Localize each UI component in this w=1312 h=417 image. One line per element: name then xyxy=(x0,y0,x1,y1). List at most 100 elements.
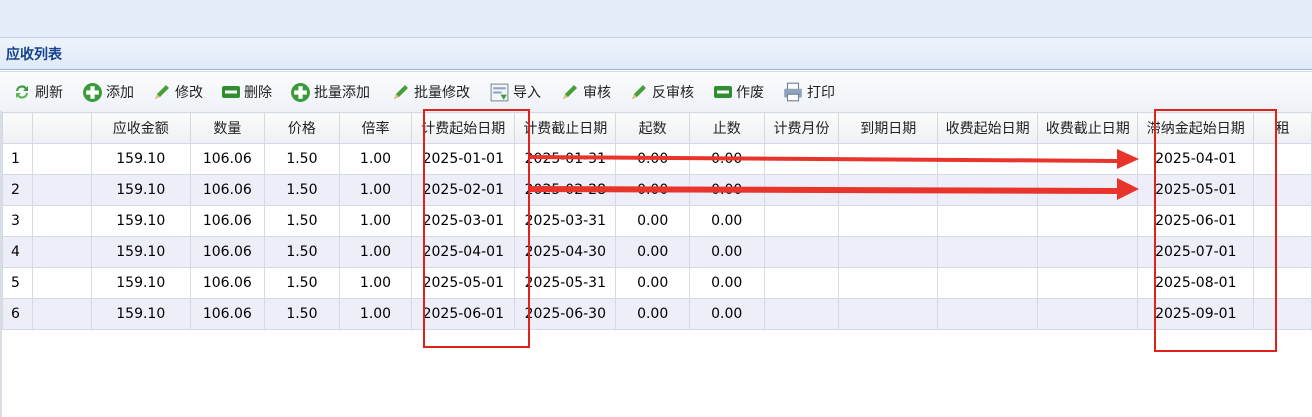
cell-charge-start xyxy=(937,143,1039,175)
col-header-amount[interactable]: 应收金额 xyxy=(90,112,191,144)
audit-button[interactable]: 审核 xyxy=(560,72,611,112)
void-label: 作废 xyxy=(736,85,764,101)
cell-start-reading: 0.00 xyxy=(615,143,690,175)
panel-title: 应收列表 xyxy=(6,47,62,63)
col-header-late-fee-start[interactable]: 滞纳金起始日期 xyxy=(1137,112,1255,144)
cell-end-reading: 0.00 xyxy=(688,143,765,175)
col-header-due-date[interactable]: 到期日期 xyxy=(838,112,939,144)
cell-price: 1.50 xyxy=(264,143,340,175)
refresh-icon xyxy=(16,85,28,99)
cell-billing-start: 2025-04-01 xyxy=(411,236,516,268)
cell-charge-end xyxy=(1037,174,1139,206)
table-row[interactable]: 5 159.10 106.06 1.50 1.00 2025-05-01 202… xyxy=(1,267,1312,299)
add-button[interactable]: 添加 xyxy=(82,72,134,112)
cell-rent xyxy=(1253,143,1312,175)
cell-price: 1.50 xyxy=(264,236,340,268)
cell-quantity: 106.06 xyxy=(189,205,266,237)
delete-label: 删除 xyxy=(244,85,272,101)
cell-select[interactable] xyxy=(32,143,92,175)
cell-due-date xyxy=(838,267,939,299)
table-row[interactable]: 3 159.10 106.06 1.50 1.00 2025-03-01 202… xyxy=(1,205,1312,237)
import-label: 导入 xyxy=(513,85,541,101)
batch-add-button[interactable]: 批量添加 xyxy=(290,72,370,112)
col-header-multiplier[interactable]: 倍率 xyxy=(338,112,413,144)
cell-end-reading: 0.00 xyxy=(688,174,765,206)
col-header-charge-start[interactable]: 收费起始日期 xyxy=(937,112,1039,144)
col-header-start-reading[interactable]: 起数 xyxy=(615,112,690,144)
col-header-billing-end[interactable]: 计费截止日期 xyxy=(514,112,617,144)
cell-select[interactable] xyxy=(32,267,92,299)
row-number: 4 xyxy=(1,236,34,268)
cell-billing-end: 2025-06-30 xyxy=(514,298,617,330)
print-label: 打印 xyxy=(807,85,835,101)
cell-amount: 159.10 xyxy=(90,143,191,175)
col-header-price[interactable]: 价格 xyxy=(264,112,340,144)
pencil-icon xyxy=(394,85,408,99)
table-row[interactable]: 4 159.10 106.06 1.50 1.00 2025-04-01 202… xyxy=(1,236,1312,268)
cell-start-reading: 0.00 xyxy=(615,236,690,268)
col-header-end-reading[interactable]: 止数 xyxy=(688,112,765,144)
cell-billing-end: 2025-05-31 xyxy=(514,267,617,299)
cell-due-date xyxy=(838,205,939,237)
cell-price: 1.50 xyxy=(264,298,340,330)
batch-edit-label: 批量修改 xyxy=(414,85,470,101)
edit-label: 修改 xyxy=(175,85,203,101)
cell-charge-start xyxy=(937,236,1039,268)
cell-billing-month xyxy=(763,236,840,268)
edit-button[interactable]: 修改 xyxy=(152,72,203,112)
cell-billing-end: 2025-01-31 xyxy=(514,143,617,175)
col-header-charge-end[interactable]: 收费截止日期 xyxy=(1037,112,1139,144)
delete-icon xyxy=(222,86,240,98)
cell-billing-start: 2025-05-01 xyxy=(411,267,516,299)
refresh-button[interactable]: 刷新 xyxy=(12,72,63,112)
cell-quantity: 106.06 xyxy=(189,267,266,299)
void-button[interactable]: 作废 xyxy=(713,72,764,112)
unaudit-button[interactable]: 反审核 xyxy=(629,72,694,112)
cell-price: 1.50 xyxy=(264,267,340,299)
cell-billing-month xyxy=(763,174,840,206)
table-row[interactable]: 1 159.10 106.06 1.50 1.00 2025-01-01 202… xyxy=(1,143,1312,175)
cell-amount: 159.10 xyxy=(90,267,191,299)
cell-due-date xyxy=(838,298,939,330)
cell-select[interactable] xyxy=(32,205,92,237)
print-button[interactable]: 打印 xyxy=(782,72,835,112)
delete-button[interactable]: 删除 xyxy=(221,72,272,112)
row-number: 6 xyxy=(1,298,34,330)
cell-multiplier: 1.00 xyxy=(338,267,413,299)
col-header-billing-start[interactable]: 计费起始日期 xyxy=(411,112,516,144)
cell-select[interactable] xyxy=(32,298,92,330)
col-header-select xyxy=(32,112,92,144)
cell-start-reading: 0.00 xyxy=(615,298,690,330)
row-number: 1 xyxy=(1,143,34,175)
cell-rent xyxy=(1253,267,1312,299)
table-row[interactable]: 6 159.10 106.06 1.50 1.00 2025-06-01 202… xyxy=(1,298,1312,330)
cell-billing-month xyxy=(763,143,840,175)
unaudit-label: 反审核 xyxy=(652,85,694,101)
cell-multiplier: 1.00 xyxy=(338,205,413,237)
cell-late-fee-start: 2025-08-01 xyxy=(1137,267,1255,299)
panel-header: 应收列表 xyxy=(0,38,1312,70)
cell-rent xyxy=(1253,205,1312,237)
table-row[interactable]: 2 159.10 106.06 1.50 1.00 2025-02-01 202… xyxy=(1,174,1312,206)
cell-rent xyxy=(1253,174,1312,206)
cell-multiplier: 1.00 xyxy=(338,298,413,330)
void-icon xyxy=(714,86,732,98)
cell-charge-start xyxy=(937,267,1039,299)
cell-multiplier: 1.00 xyxy=(338,236,413,268)
cell-select[interactable] xyxy=(32,174,92,206)
cell-billing-start: 2025-06-01 xyxy=(411,298,516,330)
cell-billing-end: 2025-04-30 xyxy=(514,236,617,268)
import-button[interactable]: 导入 xyxy=(489,72,541,112)
col-header-quantity[interactable]: 数量 xyxy=(189,112,266,144)
cell-quantity: 106.06 xyxy=(189,236,266,268)
batch-edit-button[interactable]: 批量修改 xyxy=(391,72,470,112)
cell-multiplier: 1.00 xyxy=(338,143,413,175)
cell-start-reading: 0.00 xyxy=(615,174,690,206)
add-icon xyxy=(291,82,310,102)
col-header-rent[interactable]: 租 xyxy=(1253,112,1312,144)
cell-charge-end xyxy=(1037,143,1139,175)
col-header-billing-month[interactable]: 计费月份 xyxy=(763,112,840,144)
cell-select[interactable] xyxy=(32,236,92,268)
cell-start-reading: 0.00 xyxy=(615,205,690,237)
cell-quantity: 106.06 xyxy=(189,143,266,175)
